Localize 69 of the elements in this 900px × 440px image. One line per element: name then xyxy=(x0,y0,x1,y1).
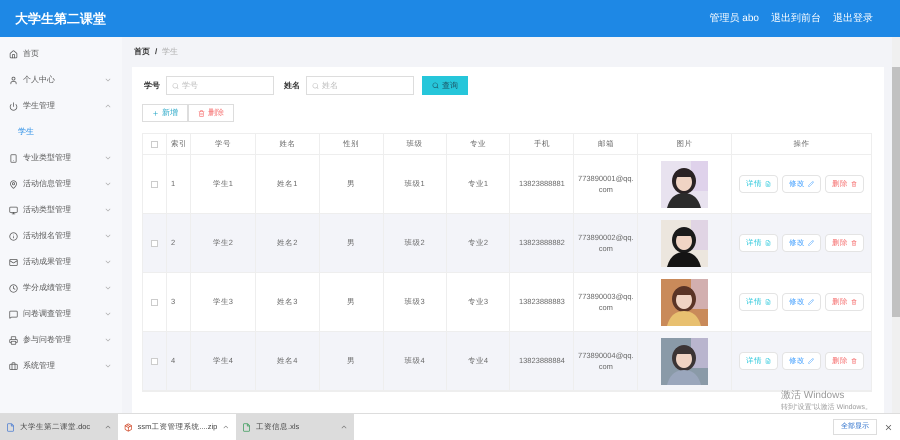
sidebar-item[interactable]: 系统管理 xyxy=(0,353,122,379)
pencil-icon xyxy=(808,240,814,246)
menu-icon xyxy=(9,284,18,292)
app-title: 大学生第二课堂 xyxy=(15,10,106,28)
chevron-up-icon xyxy=(340,423,348,431)
breadcrumb-item: 学生 xyxy=(162,46,178,58)
sidebar-item[interactable]: 学分成绩管理 xyxy=(0,275,122,301)
sidebar-item[interactable]: 学生管理 xyxy=(0,93,122,119)
file-icon xyxy=(6,422,15,432)
plus-icon xyxy=(152,110,159,116)
sidebar-item[interactable]: 问卷调查管理 xyxy=(0,301,122,327)
close-icon[interactable] xyxy=(884,422,893,432)
search-button[interactable]: 查询 xyxy=(422,76,468,95)
checkbox[interactable] xyxy=(150,298,158,306)
search-field[interactable]: 姓名 xyxy=(306,76,414,95)
checkbox[interactable] xyxy=(150,140,158,148)
sidebar-item[interactable]: 活动报名管理 xyxy=(0,223,122,249)
menu-icon xyxy=(9,206,18,214)
checkbox[interactable] xyxy=(150,180,158,188)
sidebar-item[interactable]: 活动成果管理 xyxy=(0,249,122,275)
activation-title: 激活 Windows xyxy=(780,388,846,402)
pencil-icon xyxy=(808,181,814,187)
header-link[interactable]: 退出到前台 xyxy=(771,11,821,26)
search-icon xyxy=(172,82,179,89)
menu-icon xyxy=(9,336,18,344)
file-icon xyxy=(124,422,133,432)
trash-icon xyxy=(851,358,858,364)
delete-button[interactable]: 删除 xyxy=(188,104,234,122)
menu-icon xyxy=(9,102,18,110)
checkbox[interactable] xyxy=(150,240,158,246)
file-icon xyxy=(242,422,251,432)
sidebar-item[interactable]: 首页 xyxy=(0,41,122,67)
field-label: 学号 xyxy=(144,80,160,92)
menu-icon xyxy=(9,232,18,240)
menu-icon xyxy=(9,180,18,188)
checkbox[interactable] xyxy=(150,358,158,364)
search-icon xyxy=(312,82,319,89)
chevron-up-icon xyxy=(104,423,112,431)
trash-icon xyxy=(851,240,858,246)
menu-icon xyxy=(9,50,18,58)
trash-icon xyxy=(198,110,205,116)
header-link[interactable]: 退出登录 xyxy=(833,11,873,26)
sidebar-item[interactable]: 参与问卷管理 xyxy=(0,327,122,353)
breadcrumb-separator: / xyxy=(155,46,158,58)
menu-icon xyxy=(9,310,18,318)
pencil-icon xyxy=(808,358,814,364)
trash-icon xyxy=(851,299,858,305)
menu-icon xyxy=(9,362,18,370)
menu-icon xyxy=(9,258,18,266)
document-icon xyxy=(765,299,772,305)
sidebar-item[interactable]: 专业类型管理 xyxy=(0,145,122,171)
breadcrumb-item[interactable]: 首页 xyxy=(134,46,150,58)
sidebar-item[interactable]: 活动信息管理 xyxy=(0,171,122,197)
header-link[interactable]: 管理员 abo xyxy=(710,11,759,26)
document-icon xyxy=(765,181,772,187)
search-icon xyxy=(432,82,439,89)
add-button[interactable]: 新增 xyxy=(142,104,188,122)
document-icon xyxy=(765,358,772,364)
search-field[interactable]: 学号 xyxy=(166,76,274,95)
sidebar-subitem[interactable]: 学生 xyxy=(0,119,122,145)
sidebar-item[interactable]: 活动类型管理 xyxy=(0,197,122,223)
menu-icon xyxy=(9,154,18,162)
document-icon xyxy=(765,240,772,246)
trash-icon xyxy=(851,181,858,187)
chevron-up-icon xyxy=(222,423,230,431)
pencil-icon xyxy=(808,299,814,305)
sidebar-item[interactable]: 个人中心 xyxy=(0,67,122,93)
field-label: 姓名 xyxy=(284,80,300,92)
menu-icon xyxy=(9,76,18,84)
